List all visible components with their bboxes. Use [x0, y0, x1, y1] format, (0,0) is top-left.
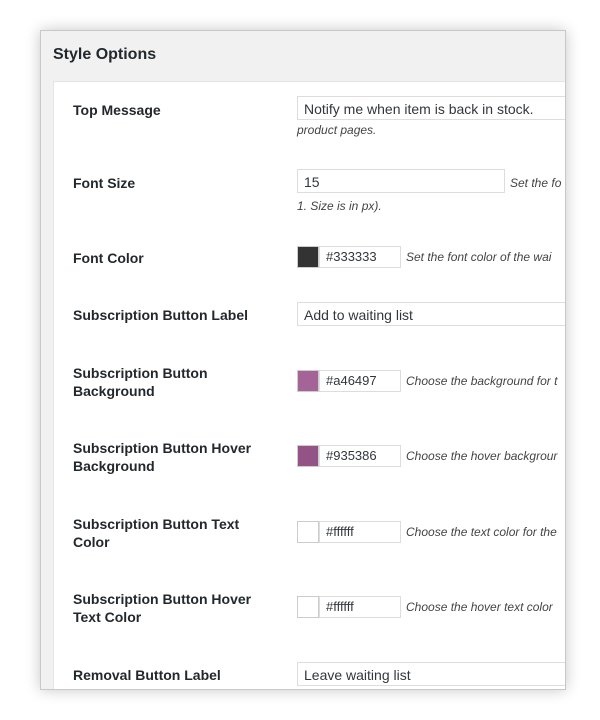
font-size-input[interactable]: 15 [297, 169, 505, 193]
subscription-button-hover-text-color-swatch[interactable] [297, 596, 319, 618]
top-message-label: Top Message [73, 102, 161, 118]
subscription-button-hover-background-label: Subscription Button Hover Background [73, 440, 252, 474]
subscription-button-background-description: Choose the background for t [406, 374, 558, 388]
subscription-button-hover-background-swatch[interactable] [297, 445, 319, 467]
subscription-button-label-label: Subscription Button Label [73, 307, 248, 323]
subscription-button-text-color-input[interactable]: #ffffff [319, 521, 401, 543]
font-color-swatch[interactable] [297, 246, 319, 268]
removal-button-label-input[interactable]: Leave waiting list [297, 662, 565, 686]
subscription-button-text-color-description: Choose the text color for the [406, 525, 557, 539]
font-color-description: Set the font color of the wai [406, 250, 552, 264]
top-message-input[interactable]: Notify me when item is back in stock. [297, 96, 565, 120]
font-size-description: 1. Size is in px). [297, 199, 382, 213]
top-message-description: product pages. [297, 123, 377, 137]
subscription-button-text-color-label: Subscription Button Text Color [73, 516, 240, 550]
subscription-button-hover-text-color-description: Choose the hover text color [406, 600, 553, 614]
font-color-input[interactable]: #333333 [319, 246, 401, 268]
subscription-button-background-input[interactable]: #a46497 [319, 370, 401, 392]
section-title: Style Options [53, 46, 157, 63]
removal-button-label-label: Removal Button Label [73, 667, 221, 683]
subscription-button-label-input[interactable]: Add to waiting list [297, 302, 565, 326]
subscription-button-background-swatch[interactable] [297, 370, 319, 392]
font-color-label: Font Color [73, 250, 144, 266]
subscription-button-text-color-swatch[interactable] [297, 521, 319, 543]
subscription-button-background-label: Subscription Button Background [73, 365, 208, 399]
font-size-side-description: Set the fo [510, 176, 562, 190]
subscription-button-hover-background-input[interactable]: #935386 [319, 445, 401, 467]
style-options-panel: Style Options Top Message Notify me when… [40, 30, 566, 690]
subscription-button-hover-background-description: Choose the hover backgrour [406, 449, 558, 463]
subscription-button-hover-text-color-input[interactable]: #ffffff [319, 596, 401, 618]
font-size-label: Font Size [73, 175, 136, 191]
settings-form: Top Message Notify me when item is back … [53, 81, 565, 689]
subscription-button-hover-text-color-label: Subscription Button Hover Text Color [73, 591, 252, 625]
